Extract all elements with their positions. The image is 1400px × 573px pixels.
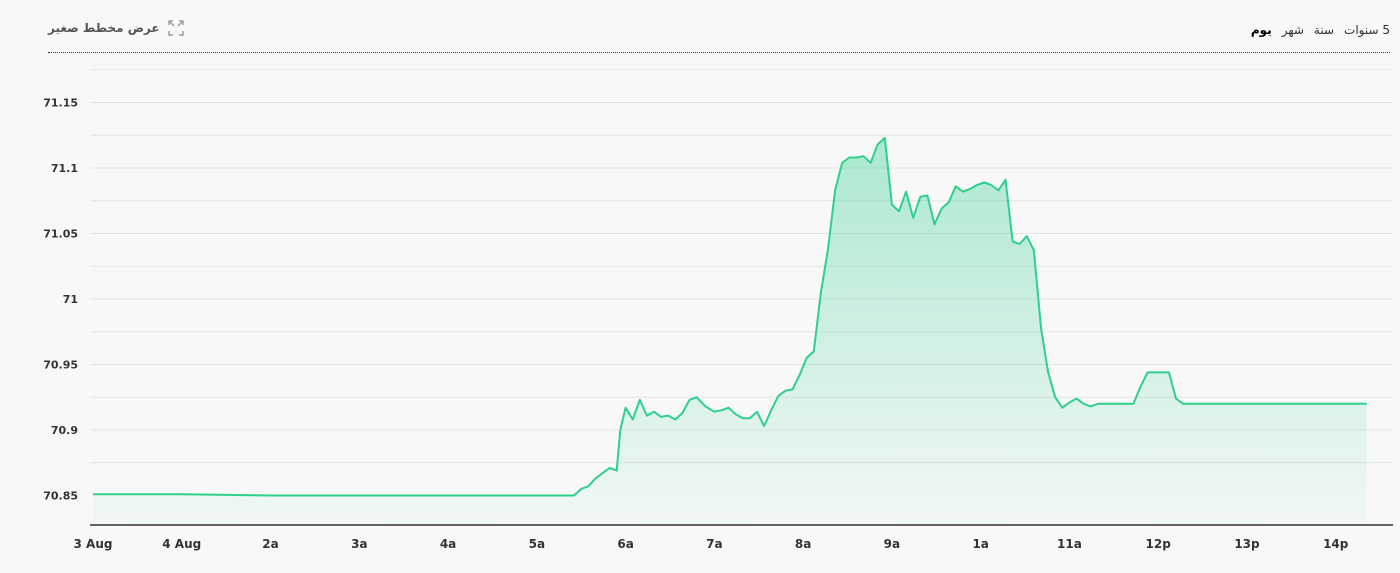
y-tick-label: 70.95: [43, 359, 78, 372]
y-tick-label: 71.05: [43, 228, 78, 241]
x-tick-label: 13p: [1234, 537, 1260, 551]
x-axis-ticks: 3 Aug 4 Aug 2a 3a 4a 5a 6a 7a 8a 9a 1a 11a 12p 13p 14p: [74, 537, 1349, 551]
x-tick-label: 12p: [1146, 537, 1172, 551]
y-tick-label: 70.9: [51, 424, 78, 437]
price-chart[interactable]: 70.85 70.9 70.95 71 71.05 71.1 71.15 3 Aug 4 Au…: [0, 0, 1400, 573]
y-tick-label: 71.1: [51, 162, 78, 175]
x-tick-label: 2a: [262, 537, 278, 551]
x-tick-label: 14p: [1323, 537, 1349, 551]
y-axis-ticks: 70.85 70.9 70.95 71 71.05 71.1 71.15: [43, 97, 78, 503]
y-tick-label: 71: [63, 293, 78, 306]
x-tick-label: 8a: [795, 537, 811, 551]
x-tick-label: 3a: [351, 537, 367, 551]
y-tick-label: 71.15: [43, 97, 78, 110]
y-tick-label: 70.85: [43, 490, 78, 503]
x-tick-label: 7a: [706, 537, 722, 551]
x-tick-label: 3 Aug: [74, 537, 113, 551]
x-tick-label: 4a: [440, 537, 456, 551]
x-tick-label: 9a: [884, 537, 900, 551]
x-tick-label: 4 Aug: [162, 537, 201, 551]
x-tick-label: 11a: [1057, 537, 1082, 551]
x-tick-label: 6a: [617, 537, 633, 551]
x-tick-label: 1a: [972, 537, 988, 551]
x-tick-label: 5a: [529, 537, 545, 551]
